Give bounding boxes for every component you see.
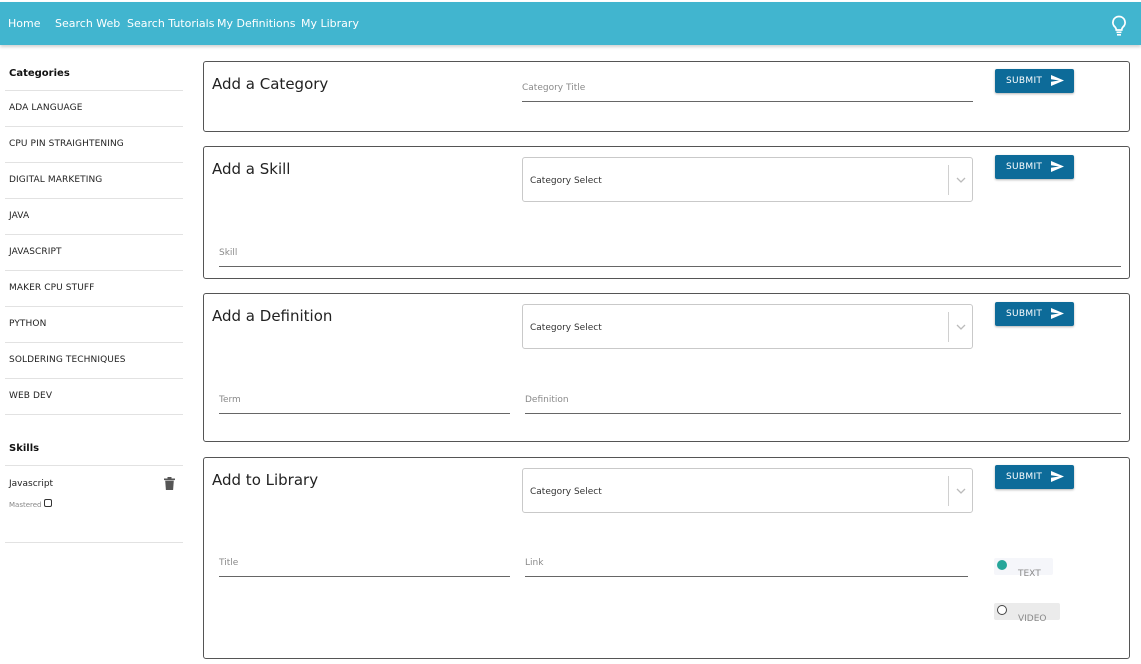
submit-label: SUBMIT — [1006, 76, 1043, 86]
library-category-select[interactable]: Category Select — [522, 468, 973, 513]
nav-search-tutorials[interactable]: Search Tutorials — [127, 17, 214, 30]
category-label: PYTHON — [9, 319, 47, 329]
radio-video-label: VIDEO — [1018, 614, 1047, 624]
categories-heading: Categories — [9, 68, 70, 79]
send-icon — [1051, 471, 1064, 482]
add-definition-card: Add a Definition Category Select Term De… — [203, 293, 1130, 442]
sidebar-divider — [5, 465, 183, 466]
chevron-down-icon — [956, 177, 966, 183]
submit-label: SUBMIT — [1006, 472, 1043, 482]
category-item-web-dev[interactable]: WEB DEV — [5, 379, 183, 415]
skill-name: Javascript — [9, 479, 54, 489]
add-category-card: Add a Category Category Title SUBMIT — [203, 61, 1130, 132]
submit-library-button[interactable]: SUBMIT — [995, 465, 1074, 489]
category-item-ada-language[interactable]: ADA LANGUAGE — [5, 91, 183, 127]
send-icon — [1051, 75, 1064, 86]
skill-field[interactable]: Skill — [219, 245, 1121, 267]
nav-my-library[interactable]: My Library — [301, 17, 359, 30]
nav-my-definitions[interactable]: My Definitions — [217, 17, 296, 30]
category-item-java[interactable]: JAVA — [5, 199, 183, 235]
term-label: Term — [219, 395, 241, 405]
category-label: DIGITAL MARKETING — [9, 175, 103, 185]
definition-field[interactable]: Definition — [525, 392, 1121, 414]
category-label: JAVASCRIPT — [9, 247, 62, 257]
library-link-label: Link — [525, 558, 544, 568]
skill-category-select[interactable]: Category Select — [522, 157, 973, 202]
category-item-maker-cpu-stuff[interactable]: MAKER CPU STUFF — [5, 271, 183, 307]
select-label: Category Select — [530, 323, 602, 333]
add-library-title: Add to Library — [212, 471, 319, 489]
category-label: SOLDERING TECHNIQUES — [9, 355, 126, 365]
add-definition-title: Add a Definition — [212, 307, 333, 325]
category-item-soldering-techniques[interactable]: SOLDERING TECHNIQUES — [5, 343, 183, 379]
submit-definition-button[interactable]: SUBMIT — [995, 302, 1074, 326]
submit-label: SUBMIT — [1006, 309, 1043, 319]
nav-home[interactable]: Home — [8, 17, 40, 30]
chevron-down-icon — [956, 488, 966, 494]
category-item-javascript[interactable]: JAVASCRIPT — [5, 235, 183, 271]
category-item-python[interactable]: PYTHON — [5, 307, 183, 343]
mastered-checkbox[interactable] — [44, 499, 52, 507]
definition-category-select[interactable]: Category Select — [522, 304, 973, 349]
add-library-card: Add to Library Category Select Title Lin… — [203, 457, 1130, 659]
nav-search-web[interactable]: Search Web — [55, 17, 120, 30]
radio-text[interactable]: TEXT — [994, 557, 1056, 581]
category-title-label: Category Title — [522, 83, 586, 93]
term-field[interactable]: Term — [219, 392, 510, 414]
send-icon — [1051, 308, 1064, 319]
category-label: CPU PIN STRAIGHTENING — [9, 139, 124, 149]
send-icon — [1051, 161, 1064, 172]
submit-skill-button[interactable]: SUBMIT — [995, 155, 1074, 179]
category-label: MAKER CPU STUFF — [9, 283, 95, 293]
category-item-cpu-pin-straightening[interactable]: CPU PIN STRAIGHTENING — [5, 127, 183, 163]
skill-label: Skill — [219, 248, 238, 258]
sidebar-divider — [5, 542, 183, 543]
select-separator — [948, 312, 949, 342]
radio-video[interactable]: VIDEO — [994, 602, 1062, 626]
category-title-field[interactable]: Category Title — [522, 80, 973, 102]
add-skill-title: Add a Skill — [212, 160, 291, 178]
submit-label: SUBMIT — [1006, 162, 1043, 172]
definition-label: Definition — [525, 395, 569, 405]
select-separator — [948, 165, 949, 195]
mastered-label: Mastered — [9, 501, 42, 509]
category-item-digital-marketing[interactable]: DIGITAL MARKETING — [5, 163, 183, 199]
add-skill-card: Add a Skill Category Select Skill SUBMIT — [203, 146, 1130, 279]
radio-unselected-dot — [997, 605, 1007, 615]
library-title-label: Title — [219, 558, 239, 568]
chevron-down-icon — [956, 324, 966, 330]
select-label: Category Select — [530, 487, 602, 497]
radio-text-label: TEXT — [1018, 569, 1041, 579]
submit-category-button[interactable]: SUBMIT — [995, 69, 1074, 93]
library-title-field[interactable]: Title — [219, 555, 510, 577]
lightbulb-icon[interactable] — [1111, 15, 1127, 37]
category-label: WEB DEV — [9, 391, 53, 401]
select-label: Category Select — [530, 176, 602, 186]
category-label: ADA LANGUAGE — [9, 103, 83, 113]
radio-selected-dot — [997, 560, 1007, 570]
trash-icon[interactable] — [164, 477, 175, 490]
add-category-title: Add a Category — [212, 75, 329, 93]
category-label: JAVA — [9, 211, 30, 221]
select-separator — [948, 476, 949, 506]
library-link-field[interactable]: Link — [525, 555, 968, 577]
skills-heading: Skills — [9, 443, 40, 454]
top-navbar: Home Search Web Search Tutorials My Defi… — [0, 2, 1141, 45]
